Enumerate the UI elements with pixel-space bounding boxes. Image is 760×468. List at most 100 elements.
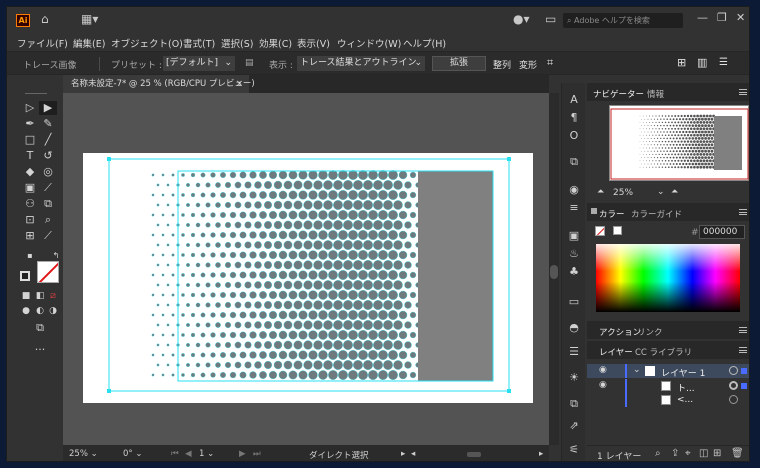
scroll-thumb[interactable] xyxy=(550,265,558,279)
view-select[interactable]: トレース結果とアウトライン ⌄ xyxy=(297,56,425,71)
layer-name[interactable]: <... xyxy=(677,395,693,405)
status-menu-icon[interactable]: ▸ xyxy=(401,449,405,459)
align-panel-icon[interactable]: ☰ xyxy=(566,345,582,359)
expand-arrow-icon[interactable]: ⌄ xyxy=(633,365,641,375)
menu-view[interactable]: 表示(V) xyxy=(297,36,330,50)
first-artboard-icon[interactable]: ⏮ xyxy=(171,449,179,459)
menu-window[interactable]: ウィンドウ(W) xyxy=(337,36,401,50)
none-mode-icon[interactable]: ⧄ xyxy=(48,289,58,303)
draw-behind-icon[interactable]: ◐ xyxy=(35,304,45,318)
measure-tool-icon[interactable]: ⟋ xyxy=(39,229,57,243)
properties-icon[interactable]: ▥ xyxy=(697,56,707,69)
clipping-mask-icon[interactable]: ◫ xyxy=(699,448,708,459)
traced-halftone-image[interactable] xyxy=(83,153,533,403)
tab-actions[interactable]: アクション xyxy=(599,326,641,338)
search-input[interactable]: ⌕ Adobe ヘルプを検索 xyxy=(563,13,683,28)
selection-tool-icon[interactable]: ▷ xyxy=(21,101,39,115)
draw-normal-icon[interactable]: ● xyxy=(21,304,31,318)
color-themes-panel-icon[interactable]: ☀ xyxy=(566,371,582,385)
menu-object[interactable]: オブジェクト(O) xyxy=(111,36,183,50)
resize-handle[interactable] xyxy=(507,157,511,161)
curvature-tool-icon[interactable]: ✎ xyxy=(39,117,57,131)
stroke-panel-icon[interactable]: ≡ xyxy=(566,201,582,215)
transform-panel-icon[interactable]: ⧉ xyxy=(566,155,582,169)
layer-row[interactable]: ◉ ト... xyxy=(587,379,749,394)
menu-file[interactable]: ファイル(F) xyxy=(17,36,68,50)
scroll-left-icon[interactable]: ◂ xyxy=(411,449,415,459)
artboard-number-select[interactable]: 1 ⌄ xyxy=(199,449,214,459)
paintbrush-tool-icon[interactable]: ╱ xyxy=(39,133,57,147)
tab-navigator[interactable]: ナビゲーター xyxy=(593,88,644,100)
resize-handle[interactable] xyxy=(107,389,111,393)
close-icon[interactable]: × xyxy=(236,75,243,93)
layer-name[interactable]: レイヤー 1 xyxy=(661,366,705,379)
close-window-icon[interactable]: ✕ xyxy=(736,11,745,24)
panel-collapse-icon[interactable] xyxy=(591,208,597,214)
draw-inside-icon[interactable]: ◑ xyxy=(48,304,58,318)
pen-tool-icon[interactable]: ✒ xyxy=(21,117,39,131)
scroll-right-icon[interactable]: ▸ xyxy=(539,449,543,459)
tab-cc-libraries[interactable]: CC ライブラリ xyxy=(635,346,692,358)
zoom-select[interactable]: 25% ⌄ xyxy=(69,449,98,459)
visibility-eye-icon[interactable]: ◉ xyxy=(599,365,607,375)
prev-artboard-icon[interactable]: ◀ xyxy=(185,449,192,459)
align-link[interactable]: 整列 xyxy=(493,58,511,71)
opentype-panel-icon[interactable]: O xyxy=(566,129,582,143)
eyedropper-tool-icon[interactable]: ⟋ xyxy=(39,181,57,195)
layer-row[interactable]: ◉ ⌄ レイヤー 1 xyxy=(587,364,749,379)
tab-color-guide[interactable]: カラーガイド xyxy=(631,208,682,220)
hex-input[interactable]: 000000 xyxy=(699,225,745,239)
panel-toggle-icon[interactable]: ▭ xyxy=(545,12,556,26)
rotate-tool-icon[interactable]: ↺ xyxy=(39,149,57,163)
menu-help[interactable]: ヘルプ(H) xyxy=(403,36,446,50)
eraser-tool-icon[interactable]: ◆ xyxy=(21,165,39,179)
transform-link[interactable]: 変形 xyxy=(519,58,537,71)
account-icon[interactable]: ●▾ xyxy=(513,12,530,26)
menu-icon[interactable]: ☰ xyxy=(719,57,728,68)
stroke-mini-icon[interactable] xyxy=(20,271,30,281)
visibility-eye-icon[interactable]: ◉ xyxy=(599,380,607,390)
menu-effect[interactable]: 効果(C) xyxy=(259,36,292,50)
color-mode-icon[interactable]: ■ xyxy=(21,289,31,303)
tab-links[interactable]: リンク xyxy=(637,326,663,338)
resize-handle[interactable] xyxy=(507,389,511,393)
expand-button[interactable]: 拡張 xyxy=(432,56,486,71)
last-artboard-icon[interactable]: ⏭ xyxy=(253,449,261,459)
chevron-down-icon[interactable]: ⌄ xyxy=(657,187,665,197)
delete-icon[interactable]: 🗑 xyxy=(731,448,744,459)
horizontal-scroll-thumb[interactable] xyxy=(467,452,481,457)
restore-icon[interactable]: ❐ xyxy=(717,11,727,24)
screen-mode-icon[interactable]: ⧉ xyxy=(31,321,49,335)
menu-type[interactable]: 書式(T) xyxy=(183,36,215,50)
layer-row[interactable]: <... xyxy=(587,393,749,407)
menu-edit[interactable]: 編集(E) xyxy=(73,36,105,50)
zoom-tool-icon[interactable]: ⌕ xyxy=(39,213,57,227)
home-icon[interactable]: ⌂ xyxy=(41,12,49,26)
artboards-panel-icon[interactable]: ⧉ xyxy=(566,397,582,411)
type-tool-icon[interactable]: T xyxy=(21,149,39,163)
blend-tool-icon[interactable]: ⧉ xyxy=(39,197,57,211)
image-trace-panel-icon[interactable]: ▣ xyxy=(566,229,582,243)
tab-info[interactable]: 情報 xyxy=(647,88,664,100)
stroke-white-swatch[interactable] xyxy=(613,226,622,235)
navigator-zoom-value[interactable]: 25% xyxy=(613,188,633,198)
preset-select[interactable]: [デフォルト] ⌄ xyxy=(163,56,235,71)
shape-builder-tool-icon[interactable]: ⚇ xyxy=(21,197,39,211)
export-panel-icon[interactable]: ⇗ xyxy=(566,419,582,433)
export-icon[interactable]: ⇪ xyxy=(671,448,679,459)
panel-menu-icon[interactable] xyxy=(739,347,747,353)
target-icon[interactable] xyxy=(729,395,738,404)
zoom-out-icon[interactable]: ⏶ xyxy=(597,187,604,197)
zoom-in-icon[interactable]: ⏶ xyxy=(671,187,678,197)
gradient-panel-icon[interactable]: ▭ xyxy=(566,295,582,309)
vertical-scrollbar[interactable] xyxy=(549,93,559,445)
transparency-panel-icon[interactable]: ◓ xyxy=(566,321,582,335)
resize-handle[interactable] xyxy=(107,157,111,161)
panel-menu-icon[interactable] xyxy=(739,209,747,215)
properties-panel-icon[interactable]: ⚟ xyxy=(566,443,582,457)
isolate-icon[interactable]: ⌗ xyxy=(547,56,553,70)
tab-document[interactable]: 名称未設定-7* @ 25 % (RGB/CPU プレビュー) × xyxy=(63,75,255,93)
toolbox-grip[interactable] xyxy=(25,93,47,96)
mesh-tool-icon[interactable]: ⊞ xyxy=(21,229,39,243)
navigator-preview[interactable] xyxy=(609,105,749,181)
